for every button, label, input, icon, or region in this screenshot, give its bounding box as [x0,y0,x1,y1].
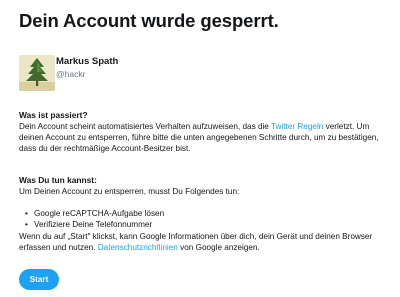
start-button[interactable]: Start [19,269,59,290]
twitter-rules-link[interactable]: Twitter Regeln [271,122,323,131]
bullet-icon: • [25,209,28,219]
steps-list: • Google reCAPTCHA-Aufgabe lösen • Verifiz… [19,208,394,230]
step-label: Verifiziere Deine Telefonnummer [34,220,153,230]
what-to-do-heading: Was Du tun kannst: [19,175,97,185]
user-card: Markus Spath @hackr [19,55,319,91]
page-title: Dein Account wurde gesperrt. [19,10,279,31]
what-happened-heading: Was ist passiert? [19,110,88,120]
step-label: Google reCAPTCHA-Aufgabe lösen [34,209,165,219]
privacy-notice: Wenn du auf „Start" klickst, kann Google… [19,231,394,253]
user-handle: @hackr [56,69,86,79]
what-to-do-intro: Um Deinen Account zu entsperren, musst D… [19,187,240,196]
list-item: • Verifiziere Deine Telefonnummer [22,219,394,230]
bullet-icon: • [25,220,28,230]
user-name: Markus Spath [56,56,119,67]
list-item: • Google reCAPTCHA-Aufgabe lösen [22,208,394,219]
privacy-policy-link[interactable]: Datenschutzrichtlinien [98,243,178,252]
privacy-notice-text-end: von Google anzeigen. [177,242,260,252]
what-to-do-section: Was Du tun kannst: Um Deinen Account zu … [19,175,394,253]
tree-avatar-graphic [19,55,55,91]
what-happened-section: Was ist passiert? Dein Account scheint a… [19,110,394,155]
what-happened-text-start: Dein Account scheint automatisiertes Ver… [19,122,271,131]
tree-avatar-icon [19,55,55,91]
what-happened-paragraph: Dein Account scheint automatisiertes Ver… [19,121,394,155]
